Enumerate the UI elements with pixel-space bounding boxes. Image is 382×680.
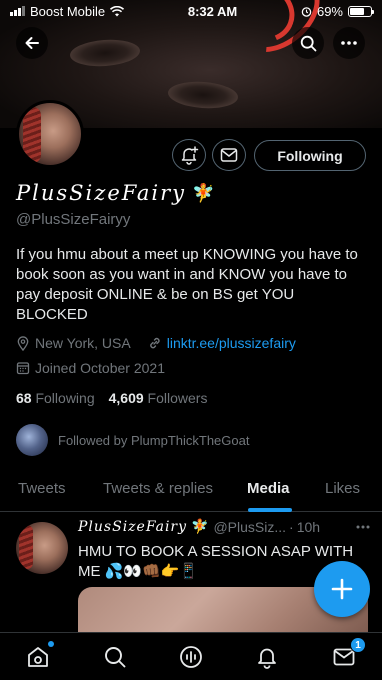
- compose-tweet-button[interactable]: [314, 561, 370, 617]
- battery-percent: 69%: [316, 3, 343, 19]
- status-bar: Boost Mobile 8:32 AM 69%: [0, 0, 382, 22]
- banner-photo-detail: [69, 37, 141, 69]
- more-horizontal-icon: [341, 41, 357, 45]
- nav-notifications[interactable]: [253, 643, 281, 671]
- search-button[interactable]: [292, 27, 324, 59]
- profile-meta: New York, USA linktr.ee/plussizefairy: [16, 335, 296, 351]
- alarm-icon: [301, 6, 312, 17]
- signal-icon: [10, 6, 25, 16]
- tab-tweets[interactable]: Tweets: [18, 480, 66, 497]
- search-icon: [300, 35, 316, 51]
- tweet-author-handle: @PlusSiz...: [213, 518, 287, 535]
- joined-row: Joined October 2021: [16, 360, 165, 376]
- battery-icon: [348, 5, 374, 17]
- fairy-emoji: 🧚: [192, 182, 217, 204]
- profile-avatar[interactable]: [16, 100, 84, 168]
- bottom-navigation: 1: [0, 632, 382, 680]
- follow-counts: 68 Following 4,609 Followers: [16, 390, 207, 406]
- clock: 8:32 AM: [187, 3, 238, 19]
- joined-date: Joined October 2021: [35, 360, 165, 376]
- following-count-link[interactable]: 68 Following: [16, 390, 95, 406]
- followed-by-row[interactable]: Followed by PlumpThickTheGoat: [16, 424, 249, 456]
- location-pin-icon: [17, 335, 29, 351]
- tweet-author-name[interactable]: PlusSizeFairy: [78, 519, 187, 535]
- mail-icon: [220, 148, 238, 162]
- notifications-icon: [258, 648, 276, 669]
- tweet-header: PlusSizeFairy 🧚 @PlusSiz... · 10h: [78, 518, 370, 535]
- nav-messages[interactable]: 1: [330, 637, 366, 671]
- tab-likes[interactable]: Likes: [325, 480, 360, 497]
- wifi-icon: [110, 5, 125, 16]
- tab-tweets-replies[interactable]: Tweets & replies: [103, 480, 213, 497]
- active-tab-indicator: [248, 508, 292, 512]
- search-icon: [105, 647, 126, 668]
- followers-count-link[interactable]: 4,609 Followers: [109, 390, 208, 406]
- carrier-name: Boost Mobile: [30, 3, 106, 19]
- profile-tabs: Tweets Tweets & replies Media Likes: [0, 466, 382, 512]
- nav-spaces[interactable]: [177, 643, 205, 671]
- bell-plus-icon: [181, 146, 199, 165]
- notifications-toggle-button[interactable]: [172, 139, 206, 171]
- profile-handle: @PlusSizeFairyy: [16, 211, 131, 228]
- spaces-icon: [180, 646, 202, 668]
- unread-dot: [48, 641, 54, 647]
- nav-home[interactable]: [24, 641, 54, 671]
- message-button[interactable]: [212, 139, 246, 171]
- more-horizontal-icon[interactable]: [356, 525, 370, 529]
- messages-badge: 1: [350, 637, 366, 653]
- home-icon: [28, 647, 48, 667]
- profile-link[interactable]: linktr.ee/plussizefairy: [167, 335, 296, 351]
- calendar-icon: [16, 362, 30, 375]
- profile-bio: If you hmu about a meet up KNOWING you h…: [16, 246, 358, 323]
- mutual-follower-avatar: [16, 424, 48, 456]
- back-button[interactable]: [16, 27, 48, 59]
- arrow-left-icon: [25, 37, 39, 49]
- tab-media[interactable]: Media: [247, 480, 290, 497]
- tweet-author-avatar[interactable]: [16, 522, 68, 574]
- link-icon: [149, 337, 160, 349]
- display-name: PlusSizeFairy 🧚: [16, 181, 217, 205]
- followed-by-text: Followed by PlumpThickTheGoat: [58, 432, 250, 448]
- plus-icon: [331, 578, 353, 600]
- nav-search[interactable]: [101, 643, 129, 671]
- tweet-time: 10h: [296, 518, 321, 535]
- more-options-button[interactable]: [333, 27, 365, 59]
- following-button[interactable]: Following: [254, 140, 366, 171]
- fairy-emoji: 🧚: [191, 518, 209, 534]
- location-text: New York, USA: [35, 335, 131, 351]
- tweet-separator: ·: [289, 518, 294, 535]
- banner-photo-detail: [167, 79, 239, 111]
